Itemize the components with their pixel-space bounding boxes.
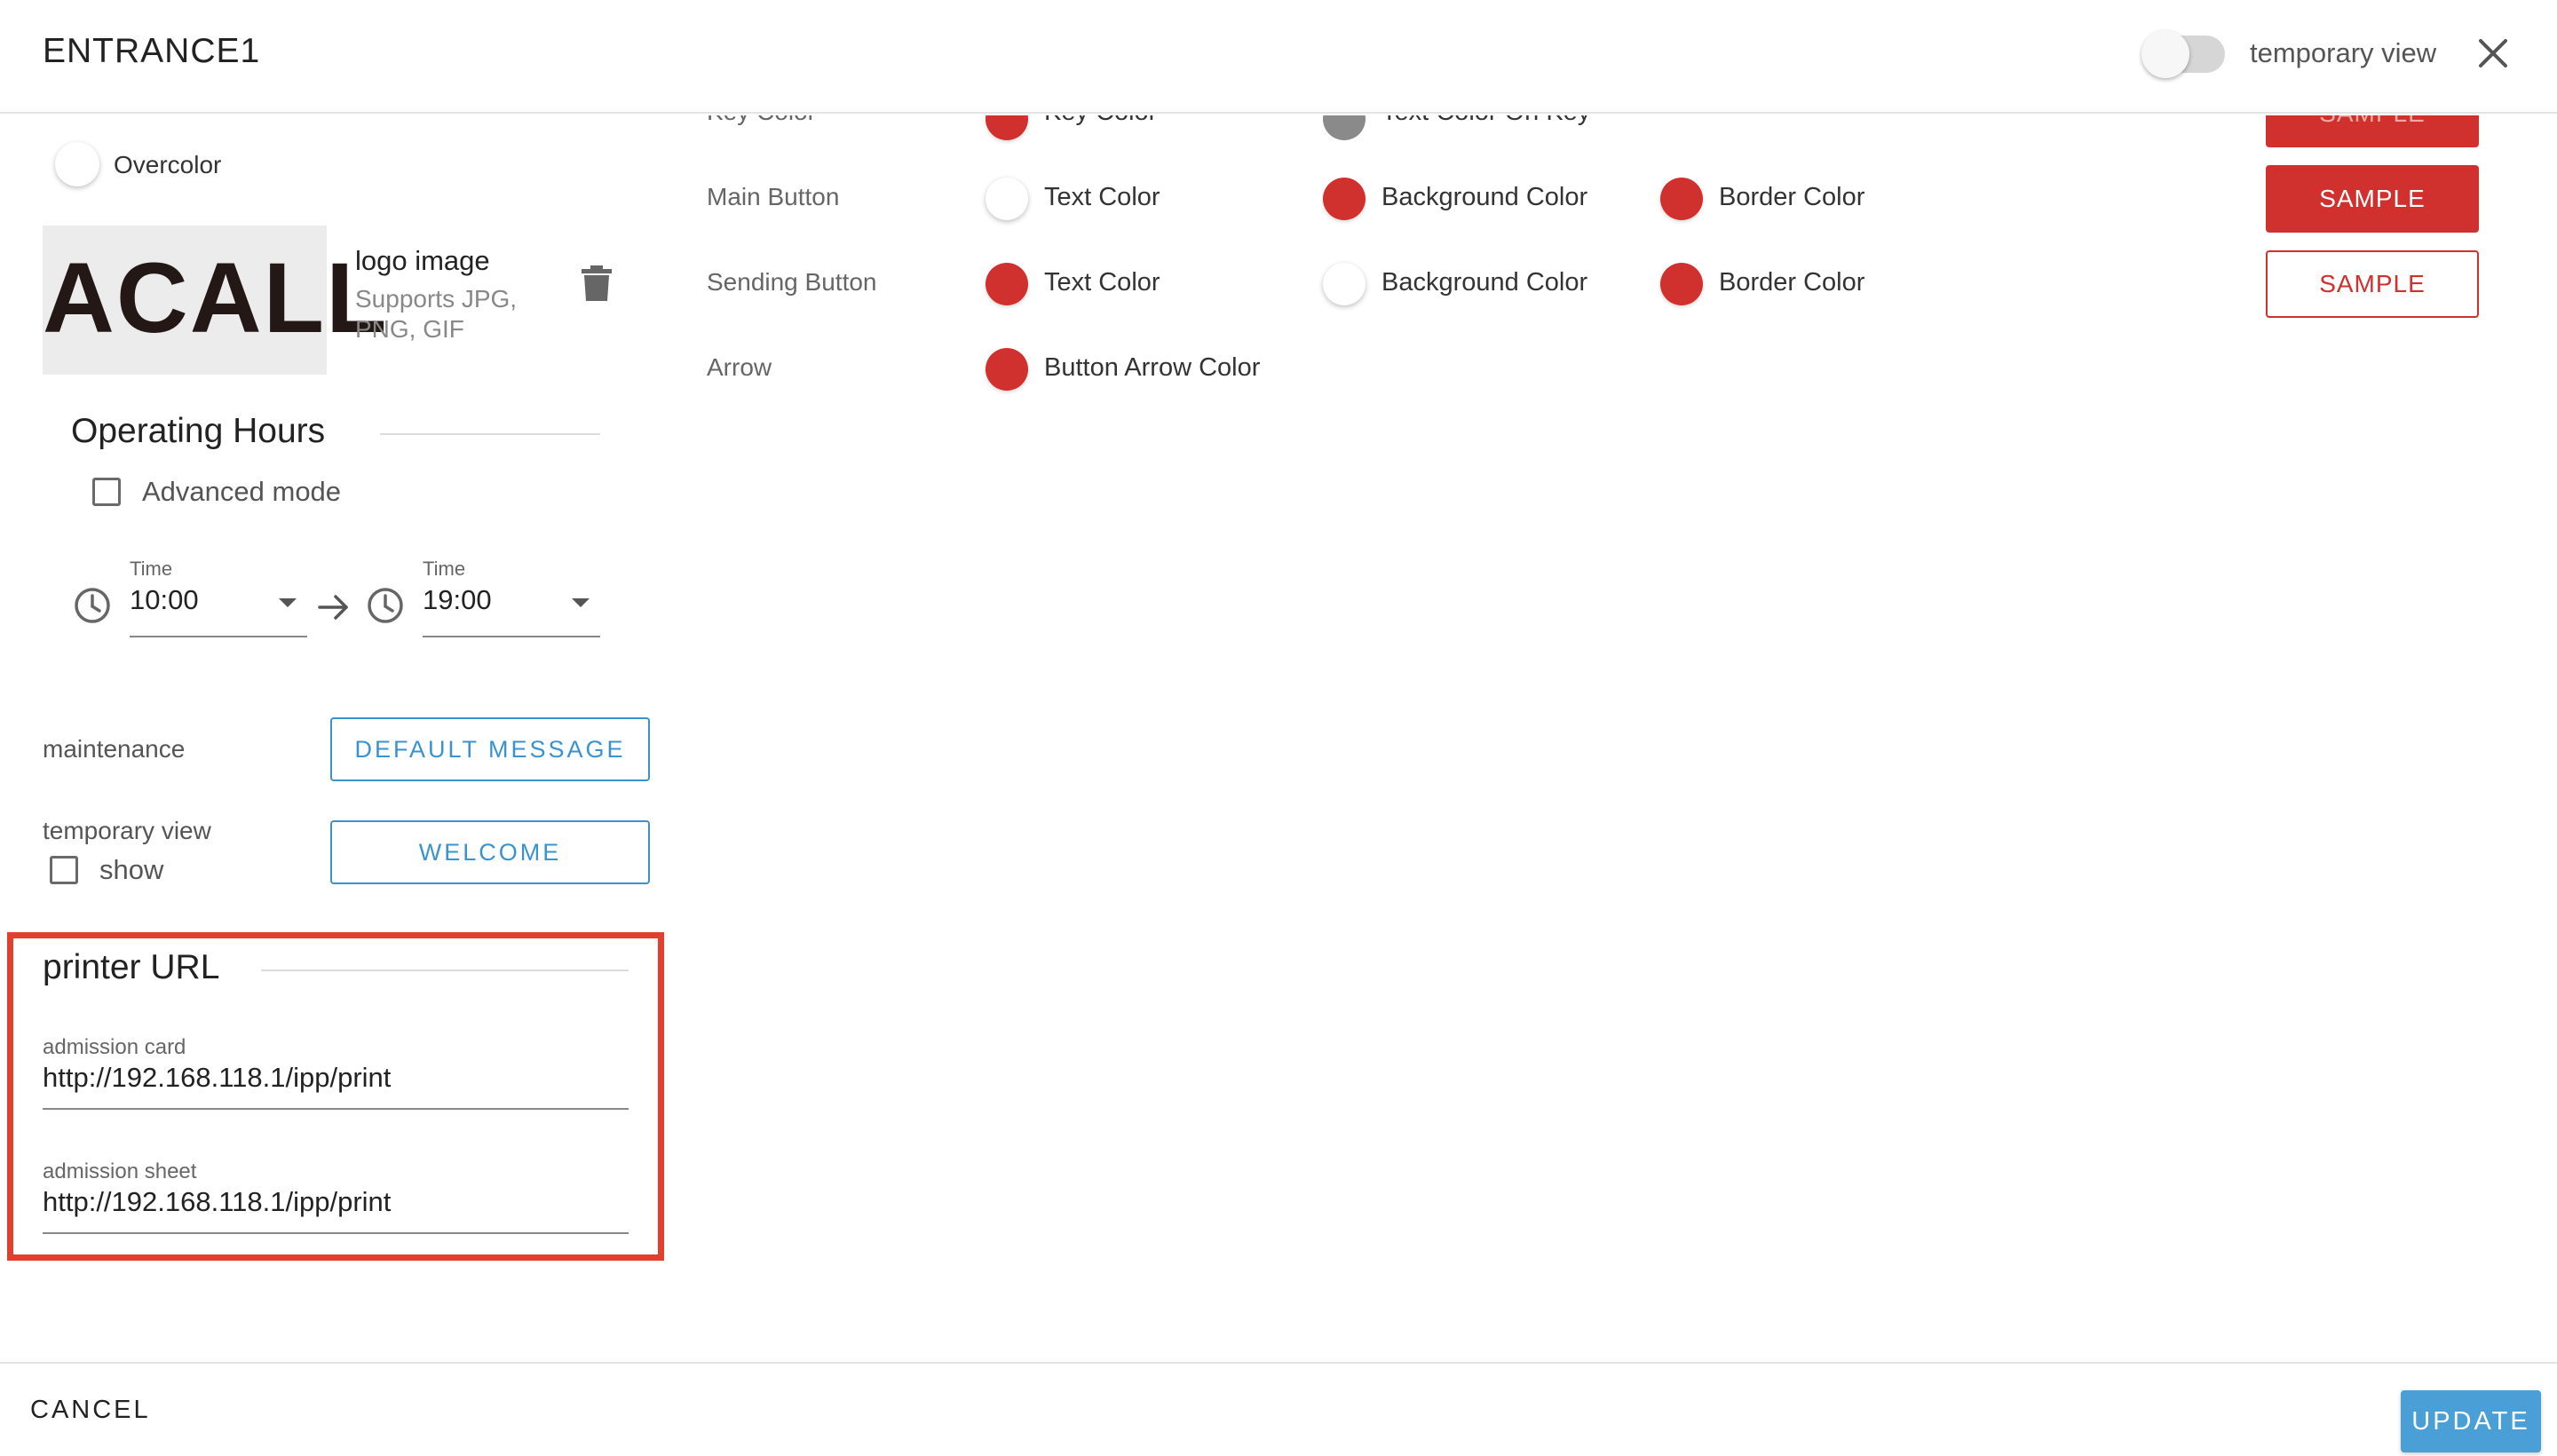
operating-hours-divider xyxy=(380,433,600,435)
default-message-button[interactable]: DEFAULT MESSAGE xyxy=(330,717,650,781)
admission-sheet-value: http://192.168.118.1/ipp/print xyxy=(43,1186,392,1217)
button-arrow-color-swatch[interactable] xyxy=(986,348,1028,391)
end-time-label: Time xyxy=(423,558,466,580)
logo-image: ACALL xyxy=(43,242,389,353)
sending-button-sample: SAMPLE xyxy=(2266,250,2479,318)
maintenance-label: maintenance xyxy=(43,735,186,763)
end-time-value: 19:00 xyxy=(423,584,492,615)
dialog-title: ENTRANCE1 xyxy=(43,32,261,70)
dialog-footer: CANCEL UPDATE xyxy=(0,1362,2557,1456)
temporary-view-show-label: show xyxy=(99,854,164,885)
end-time-select[interactable]: Time 19:00 xyxy=(423,558,600,637)
overcolor-swatch[interactable] xyxy=(55,142,99,186)
dialog-content[interactable]: Overcolor ACALL logo image Supports JPG,… xyxy=(0,115,2557,1360)
main-button-text-color-swatch[interactable] xyxy=(986,178,1028,220)
printer-url-divider xyxy=(261,969,629,971)
chevron-down-icon xyxy=(572,598,590,607)
start-clock-icon xyxy=(75,588,110,623)
main-button-text-color-label: Text Color xyxy=(1044,183,1160,211)
arrow-right-icon xyxy=(318,595,348,620)
cancel-button[interactable]: CANCEL xyxy=(30,1396,151,1425)
delete-logo-icon[interactable] xyxy=(581,265,613,302)
admission-card-url-field[interactable]: admission card http://192.168.118.1/ipp/… xyxy=(43,1035,629,1110)
advanced-mode-checkbox[interactable] xyxy=(92,478,121,506)
printer-url-title: printer URL xyxy=(43,948,220,986)
logo-preview[interactable]: ACALL xyxy=(43,226,389,375)
admission-sheet-url-field[interactable]: admission sheet http://192.168.118.1/ipp… xyxy=(43,1159,629,1234)
sending-button-background-color-swatch[interactable] xyxy=(1323,263,1366,305)
sending-button-border-color-swatch[interactable] xyxy=(1660,263,1703,305)
start-time-select[interactable]: Time 10:00 xyxy=(130,558,307,637)
key-color-row-label: Key Color xyxy=(707,115,816,126)
operating-hours-title: Operating Hours xyxy=(71,412,326,450)
sending-button-border-color-label: Border Color xyxy=(1719,268,1865,297)
key-color-swatch[interactable] xyxy=(986,115,1028,140)
sending-button-background-color-label: Background Color xyxy=(1381,268,1588,297)
start-time-label: Time xyxy=(130,558,173,580)
main-button-background-color-swatch[interactable] xyxy=(1323,178,1366,220)
arrow-row-label: Arrow xyxy=(707,353,772,381)
temporary-view-toggle-label: temporary view xyxy=(2250,37,2437,68)
update-button[interactable]: UPDATE xyxy=(2401,1390,2541,1452)
sending-button-text-color-swatch[interactable] xyxy=(986,263,1028,305)
start-time-value: 10:00 xyxy=(130,584,199,615)
main-button-border-color-label: Border Color xyxy=(1719,183,1865,211)
sending-button-row-label: Sending Button xyxy=(707,268,877,296)
welcome-button[interactable]: WELCOME xyxy=(330,820,650,884)
logo-image-formats: Supports JPG, PNG, GIF xyxy=(355,285,518,343)
text-color-on-key-swatch[interactable] xyxy=(1323,115,1366,140)
overcolor-label: Overcolor xyxy=(114,151,222,178)
temporary-view-toggle[interactable] xyxy=(2141,28,2228,80)
main-button-sample: SAMPLE xyxy=(2266,165,2479,233)
admission-card-value: http://192.168.118.1/ipp/print xyxy=(43,1062,392,1093)
key-color-label: Key Color xyxy=(1044,115,1157,127)
text-color-on-key-label: Text Color On Key xyxy=(1381,115,1590,127)
main-button-border-color-swatch[interactable] xyxy=(1660,178,1703,220)
main-button-background-color-label: Background Color xyxy=(1381,183,1588,211)
admission-card-label: admission card xyxy=(43,1035,186,1059)
admission-sheet-label: admission sheet xyxy=(43,1159,197,1183)
toggle-knob xyxy=(2141,30,2189,78)
key-color-sample: SAMPLE xyxy=(2266,115,2479,147)
main-button-row-label: Main Button xyxy=(707,183,840,210)
close-icon[interactable] xyxy=(2474,34,2513,73)
dialog-header: ENTRANCE1 temporary view xyxy=(0,0,2557,114)
button-arrow-color-label: Button Arrow Color xyxy=(1044,353,1261,382)
end-clock-icon xyxy=(368,588,403,623)
sending-button-text-color-label: Text Color xyxy=(1044,268,1160,297)
temporary-view-show-checkbox[interactable] xyxy=(50,856,78,884)
chevron-down-icon xyxy=(279,598,297,607)
logo-image-title: logo image xyxy=(355,245,490,276)
advanced-mode-label: Advanced mode xyxy=(142,476,342,507)
temporary-view-label: temporary view xyxy=(43,817,211,844)
